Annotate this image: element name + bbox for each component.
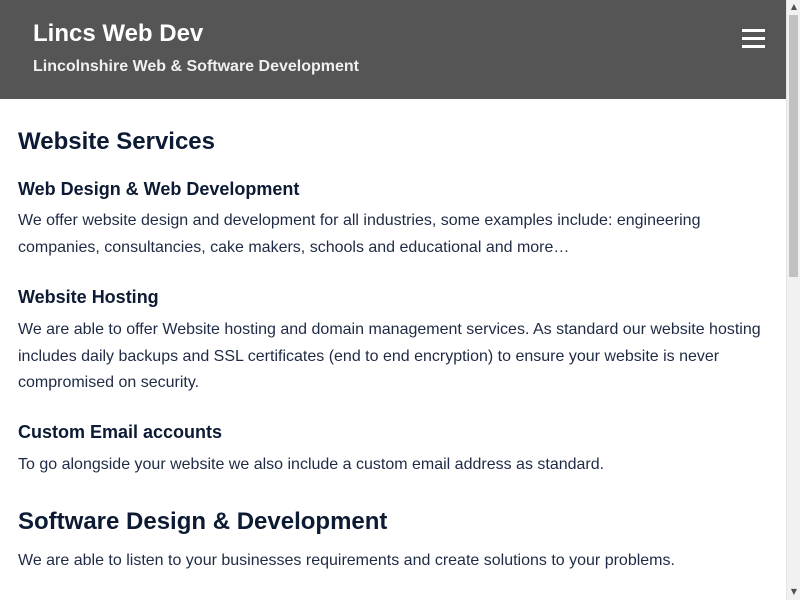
page-viewport: Lincs Web Dev Lincolnshire Web & Softwar… <box>0 0 786 600</box>
menu-bar-middle <box>742 37 765 40</box>
custom-email-heading: Custom Email accounts <box>18 422 223 442</box>
software-design-heading: Software Design & Development <box>18 508 388 535</box>
scrollbar-thumb[interactable] <box>789 15 798 277</box>
web-design-heading: Web Design & Web Development <box>18 179 300 199</box>
menu-bar-bottom <box>742 45 765 48</box>
web-design-text: We offer website design and development … <box>18 212 701 256</box>
scroll-up-arrow-icon[interactable]: ▲ <box>787 0 800 14</box>
menu-bar-top <box>742 29 765 32</box>
site-header: Lincs Web Dev Lincolnshire Web & Softwar… <box>0 0 786 99</box>
scroll-down-arrow-icon[interactable]: ▼ <box>787 585 800 599</box>
custom-email-text: To go alongside your website we also inc… <box>18 456 605 473</box>
site-title[interactable]: Lincs Web Dev <box>33 18 203 50</box>
software-design-text: We are able to listen to your businesses… <box>18 552 675 569</box>
website-services-heading: Website Services <box>18 128 216 155</box>
website-hosting-heading: Website Hosting <box>18 287 159 307</box>
site-tagline: Lincolnshire Web & Software Development <box>33 58 359 75</box>
vertical-scrollbar[interactable]: ▲ ▼ <box>786 0 800 600</box>
hamburger-menu-icon[interactable] <box>738 26 770 54</box>
website-hosting-text: We are able to offer Website hosting and… <box>18 321 761 392</box>
